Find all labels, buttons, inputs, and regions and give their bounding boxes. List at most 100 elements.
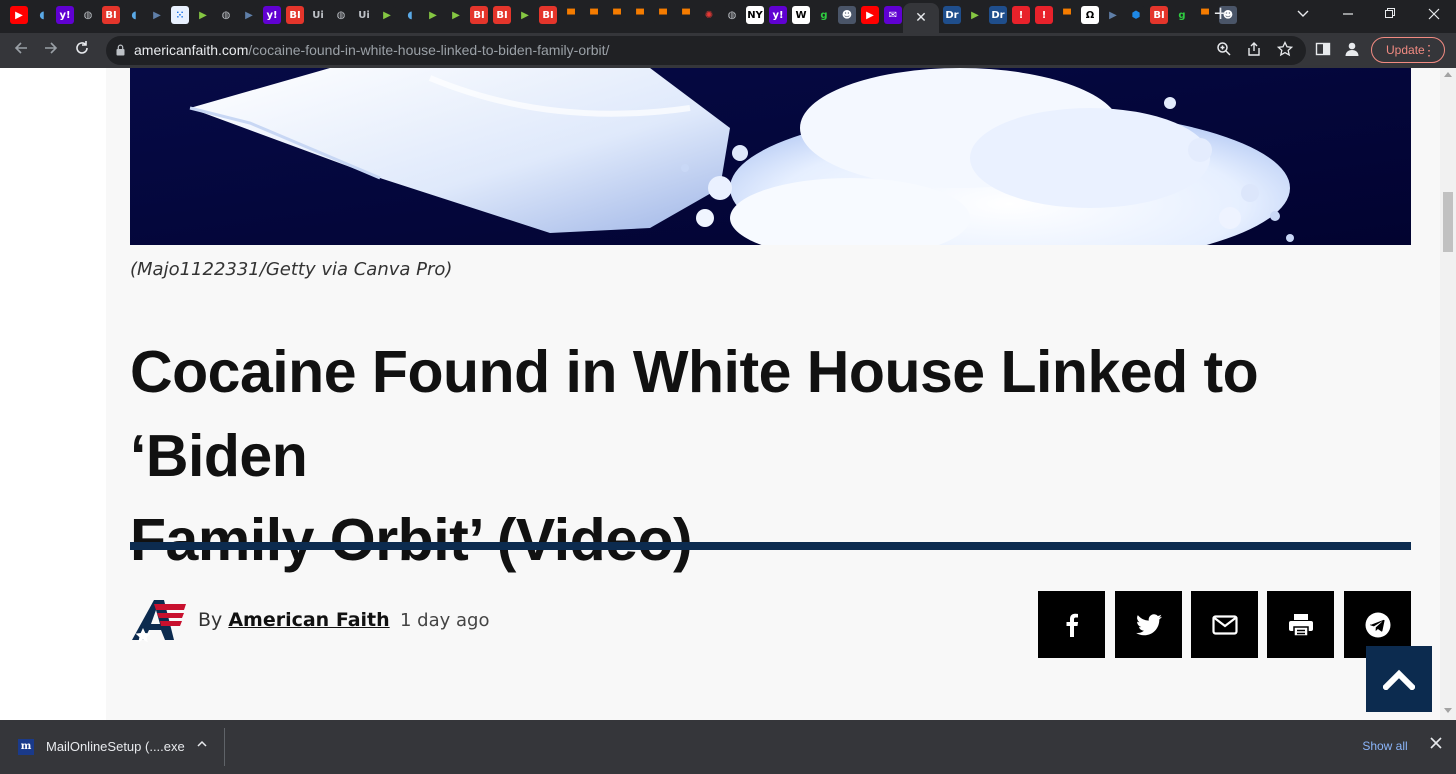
podcast-icon[interactable]: ! — [1035, 6, 1053, 24]
close-window-button[interactable] — [1428, 6, 1440, 25]
chevron-up-icon[interactable] — [196, 738, 208, 753]
headline-line-2: Family Orbit’ (Video) — [130, 507, 693, 573]
bookmark-banner-icon[interactable]: ▀ — [562, 6, 580, 24]
shield-icon[interactable]: ◖ — [125, 6, 143, 24]
author-link[interactable]: American Faith — [228, 609, 389, 631]
facebook-share-button[interactable] — [1038, 591, 1105, 658]
download-divider — [224, 728, 225, 766]
headline-line-1: Cocaine Found in White House Linked to ‘… — [130, 339, 1259, 489]
rumble-icon[interactable]: ▶ — [516, 6, 534, 24]
zoom-icon[interactable] — [1215, 41, 1233, 59]
hexagon-icon[interactable]: ⬢ — [1127, 6, 1145, 24]
business-insider-icon[interactable]: BI — [493, 6, 511, 24]
scrollbar-thumb[interactable] — [1443, 192, 1453, 252]
byline-prefix: By — [198, 609, 223, 631]
headline-divider — [130, 542, 1411, 550]
scroll-up-arrow-icon[interactable] — [1444, 72, 1452, 77]
globe-icon[interactable]: ◍ — [217, 6, 235, 24]
profile-avatar-icon[interactable] — [1343, 41, 1361, 59]
lock-icon[interactable] — [116, 44, 125, 56]
chevron-up-icon — [1383, 669, 1415, 690]
mail-icon[interactable]: ✉ — [884, 6, 902, 24]
reload-button[interactable] — [72, 40, 92, 60]
publish-date: 1 day ago — [400, 610, 490, 631]
download-file-name: MailOnlineSetup (....exe — [46, 739, 185, 754]
telegram-icon — [1365, 612, 1390, 637]
arrow-tag-icon[interactable]: ▶ — [148, 6, 166, 24]
byline: By American Faith — [198, 609, 390, 631]
tab-strip: ▶ ◖ y! ◍ BI ◖ ▶ ⁙ ▶ ◍ ▶ y! BI Ui ◍ Ui ▶ ◖ ▶ ▶ BI BI ▶ BI ▀ ▀ ▀ ▀ ▀ ▀ ✺… — [0, 0, 1456, 33]
rumble-icon[interactable]: ▶ — [424, 6, 442, 24]
menu-dots-icon: ⋮ — [1422, 42, 1436, 58]
article-hero-image — [130, 68, 1411, 245]
business-insider-icon[interactable]: BI — [1150, 6, 1168, 24]
url-host: americanfaith.com — [134, 42, 249, 58]
print-button[interactable] — [1267, 591, 1334, 658]
scroll-to-top-button[interactable] — [1366, 646, 1432, 712]
bookmark-banner-icon[interactable]: ▀ — [677, 6, 695, 24]
business-insider-icon[interactable]: BI — [470, 6, 488, 24]
new-tab-button[interactable]: + — [1213, 5, 1228, 23]
page-scrollbar[interactable] — [1440, 68, 1456, 720]
url-text[interactable]: americanfaith.com/cocaine-found-in-white… — [134, 42, 609, 58]
globe-icon[interactable]: ◍ — [79, 6, 97, 24]
email-share-button[interactable] — [1191, 591, 1258, 658]
arrow-tag-icon[interactable]: ▶ — [240, 6, 258, 24]
rumble-icon[interactable]: ▶ — [966, 6, 984, 24]
business-insider-icon[interactable]: BI — [102, 6, 120, 24]
yahoo-icon[interactable]: y! — [769, 6, 787, 24]
shield-icon[interactable]: ◖ — [401, 6, 419, 24]
omega-icon[interactable]: Ω — [1081, 6, 1099, 24]
restore-button[interactable] — [1384, 6, 1396, 25]
grid-icon[interactable]: ⁙ — [171, 6, 189, 24]
news-icon[interactable]: NY — [746, 6, 764, 24]
update-label: Update — [1386, 43, 1425, 57]
dr-icon[interactable]: Dr — [989, 6, 1007, 24]
bookmark-banner-icon[interactable]: ▀ — [1058, 6, 1076, 24]
back-button[interactable] — [11, 40, 31, 60]
address-bar[interactable]: americanfaith.com/cocaine-found-in-white… — [106, 36, 1306, 65]
globe-icon[interactable]: ◍ — [332, 6, 350, 24]
tab-search-chevron-icon[interactable] — [1296, 6, 1310, 25]
youtube-icon[interactable]: ▶ — [861, 6, 879, 24]
side-panel-icon[interactable] — [1314, 41, 1332, 59]
download-item[interactable]: m MailOnlineSetup (....exe — [12, 730, 222, 764]
dr-icon[interactable]: Dr — [943, 6, 961, 24]
ui-icon[interactable]: Ui — [355, 6, 373, 24]
bookmark-star-icon[interactable] — [1276, 40, 1294, 59]
starburst-icon[interactable]: ✺ — [700, 6, 718, 24]
g-icon[interactable]: g — [1173, 6, 1191, 24]
ui-icon[interactable]: Ui — [309, 6, 327, 24]
arrow-tag-icon[interactable]: ▶ — [1104, 6, 1122, 24]
shield-icon[interactable]: ◖ — [33, 6, 51, 24]
bookmark-banner-icon[interactable]: ▀ — [585, 6, 603, 24]
rumble-icon[interactable]: ▶ — [378, 6, 396, 24]
minimize-button[interactable] — [1342, 6, 1354, 25]
bookmark-banner-icon[interactable]: ▀ — [1196, 6, 1214, 24]
twitter-share-button[interactable] — [1115, 591, 1182, 658]
american-faith-logo-icon[interactable] — [130, 598, 188, 642]
g-icon[interactable]: g — [815, 6, 833, 24]
bookmark-banner-icon[interactable]: ▀ — [608, 6, 626, 24]
show-all-downloads-button[interactable]: Show all — [1354, 730, 1416, 762]
rumble-icon[interactable]: ▶ — [194, 6, 212, 24]
rumble-icon[interactable]: ▶ — [447, 6, 465, 24]
youtube-icon[interactable]: ▶ — [10, 6, 28, 24]
bookmark-banner-icon[interactable]: ▀ — [631, 6, 649, 24]
share-page-icon[interactable] — [1245, 41, 1263, 59]
yahoo-icon[interactable]: y! — [56, 6, 74, 24]
globe-icon[interactable]: ◍ — [723, 6, 741, 24]
bookmark-banner-icon[interactable]: ▀ — [654, 6, 672, 24]
image-caption: (Majo1122331/Getty via Canva Pro) — [130, 259, 453, 280]
wikipedia-icon[interactable]: W — [792, 6, 810, 24]
forward-button[interactable] — [41, 40, 61, 60]
close-icon[interactable]: ✕ — [903, 3, 939, 33]
close-download-bar-button[interactable] — [1430, 734, 1442, 753]
update-button[interactable]: Update ⋮ — [1371, 37, 1445, 63]
yahoo-icon[interactable]: y! — [263, 6, 281, 24]
scroll-down-arrow-icon[interactable] — [1444, 708, 1452, 713]
business-insider-icon[interactable]: BI — [539, 6, 557, 24]
business-insider-icon[interactable]: BI — [286, 6, 304, 24]
avatar-icon[interactable]: ☻ — [838, 6, 856, 24]
podcast-icon[interactable]: ! — [1012, 6, 1030, 24]
